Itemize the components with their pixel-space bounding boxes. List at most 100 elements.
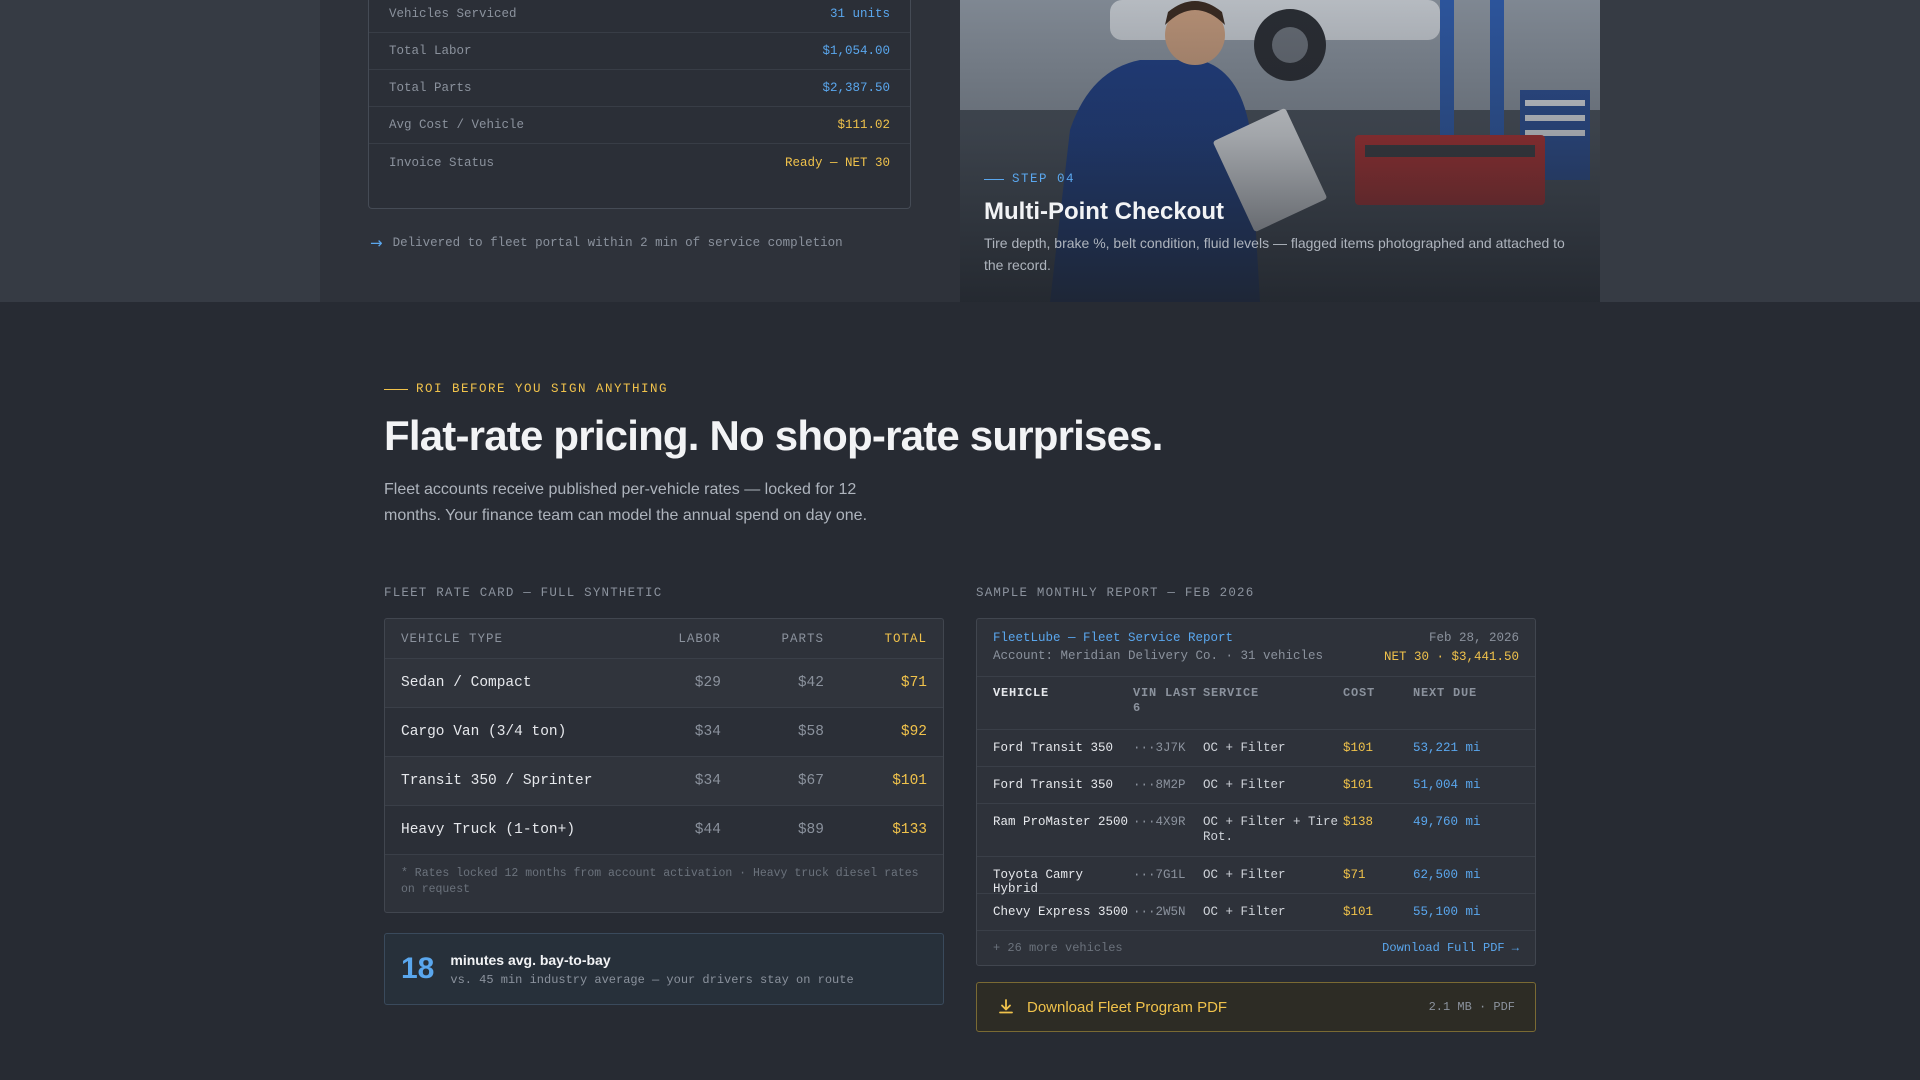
parts-rate: $89 [797, 822, 824, 838]
report-vehicle: Toyota Camry Hybrid [993, 868, 1084, 896]
labor-rate: $44 [694, 822, 721, 838]
download-full-pdf-link[interactable]: Download Full PDF → [1382, 941, 1519, 955]
report-cost: $71 [1343, 868, 1366, 882]
summary-row: Vehicles Serviced 31 units [369, 0, 910, 33]
summary-row: Invoice Status Ready — NET 30 [369, 144, 910, 181]
more-vehicles-count: + 26 more vehicles [993, 940, 1123, 955]
report-vehicle: Ford Transit 350 [993, 778, 1114, 792]
summary-label: Total Parts [389, 81, 472, 95]
header-vin: VIN LAST 6 [1133, 686, 1198, 715]
report-footer: + 26 more vehicles Download Full PDF → [977, 931, 1535, 964]
report-vehicle: Chevy Express 3500 [993, 905, 1129, 919]
report-vehicle: Ford Transit 350 [993, 741, 1114, 755]
summary-row: Total Parts $2,387.50 [369, 70, 910, 107]
report-header: FleetLube — Fleet Service Report Account… [977, 619, 1535, 677]
header-labor: LABOR [678, 631, 721, 646]
total-rate: $133 [892, 822, 927, 838]
table-row: Cargo Van (3/4 ton) $34 $58 $92 [385, 708, 943, 757]
fleet-rate-card: VEHICLE TYPE LABOR PARTS TOTAL Sedan / C… [384, 618, 944, 913]
mechanic-photo: STEP 04 Multi-Point Checkout Tire depth,… [960, 0, 1600, 302]
report-service: OC + Filter + Tire Rot. [1203, 815, 1339, 844]
table-row: Ford Transit 350 ···3J7K OC + Filter $10… [977, 730, 1535, 767]
table-row: Toyota Camry Hybrid ···7G1L OC + Filter … [977, 857, 1535, 896]
summary-label: Vehicles Serviced [389, 7, 517, 21]
step-label-text: STEP 04 [1012, 172, 1076, 186]
metric-text: minutes avg. bay-to-bay vs. 45 min indus… [450, 952, 853, 987]
arrow-right-icon: → [370, 234, 383, 252]
vehicle-type: Heavy Truck (1-ton+) [401, 822, 576, 838]
vehicle-type: Transit 350 / Sprinter [401, 773, 593, 789]
report-vin: ···4X9R [1133, 815, 1186, 829]
summary-value: $2,387.50 [822, 81, 890, 95]
report-service: OC + Filter [1203, 778, 1286, 792]
eyebrow-text: ROI BEFORE YOU SIGN ANYTHING [416, 382, 669, 396]
summary-row: Avg Cost / Vehicle $111.02 [369, 107, 910, 144]
header-vehicle-type: VEHICLE TYPE [401, 631, 504, 646]
parts-rate: $67 [797, 773, 824, 789]
report-service: OC + Filter [1203, 905, 1286, 919]
summary-value: 31 units [829, 7, 890, 21]
report-vehicle: Ram ProMaster 2500 [993, 815, 1129, 829]
invoice-summary-card: Vehicles Serviced 31 units Total Labor $… [368, 0, 911, 209]
table-row: Heavy Truck (1-ton+) $44 $89 $133 [385, 806, 943, 855]
header-cost: COST [1343, 686, 1376, 700]
metric-title: minutes avg. bay-to-bay [450, 951, 611, 968]
vehicle-type: Sedan / Compact [401, 675, 532, 691]
parts-rate: $58 [797, 724, 824, 740]
header-service: SERVICE [1203, 686, 1260, 700]
report-service: OC + Filter [1203, 868, 1286, 882]
report-cost: $138 [1343, 815, 1374, 829]
header-next-due: NEXT DUE [1413, 686, 1478, 700]
summary-value: $111.02 [837, 118, 890, 132]
section-eyebrow: ROI BEFORE YOU SIGN ANYTHING [384, 382, 668, 396]
report-vin: ···8M2P [1133, 778, 1186, 792]
labor-rate: $29 [694, 675, 721, 691]
table-row: Ram ProMaster 2500 ···4X9R OC + Filter +… [977, 804, 1535, 857]
header-total: TOTAL [884, 631, 927, 646]
report-table-header: VEHICLE VIN LAST 6 SERVICE COST NEXT DUE [977, 677, 1535, 730]
table-row: Ford Transit 350 ···8M2P OC + Filter $10… [977, 767, 1535, 804]
report-next-due: 51,004 mi [1413, 778, 1481, 792]
summary-label: Invoice Status [389, 155, 495, 170]
step-description: Tire depth, brake %, belt condition, flu… [984, 235, 1565, 273]
table-row: Chevy Express 3500 ···2W5N OC + Filter $… [977, 894, 1535, 931]
section-lead: Fleet accounts receive published per-veh… [384, 481, 868, 524]
report-cost: $101 [1343, 778, 1374, 792]
metric-number: 18 [401, 952, 435, 985]
total-rate: $71 [900, 675, 927, 691]
eyebrow-rule [384, 388, 408, 390]
step-label: STEP 04 [984, 172, 1075, 186]
report-cost: $101 [1343, 741, 1374, 755]
report-next-due: 49,760 mi [1413, 815, 1481, 829]
report-next-due: 62,500 mi [1413, 868, 1481, 882]
step-label-rule [984, 178, 1004, 180]
report-cost: $101 [1343, 905, 1374, 919]
rate-card-label: FLEET RATE CARD — FULL SYNTHETIC [384, 586, 663, 600]
report-label: SAMPLE MONTHLY REPORT — FEB 2026 [976, 586, 1255, 600]
table-row: Transit 350 / Sprinter $34 $67 $101 [385, 757, 943, 806]
report-total: NET 30 · $3,441.50 [1383, 650, 1519, 664]
table-row: Sedan / Compact $29 $42 $71 [385, 659, 943, 708]
download-button-label: Download Fleet Program PDF [1027, 998, 1228, 1016]
download-icon [999, 999, 1013, 1014]
rate-card-header: VEHICLE TYPE LABOR PARTS TOTAL [385, 619, 943, 659]
labor-rate: $34 [694, 773, 721, 789]
labor-rate: $34 [694, 724, 721, 740]
parts-rate: $42 [797, 675, 824, 691]
report-vin: ···7G1L [1133, 868, 1186, 882]
report-date: Feb 28, 2026 [1428, 631, 1519, 645]
delivered-note: → Delivered to fleet portal within 2 min… [370, 234, 843, 252]
rate-card-note: * Rates locked 12 months from account ac… [401, 867, 919, 896]
vehicle-type: Cargo Van (3/4 ton) [401, 724, 567, 740]
report-next-due: 55,100 mi [1413, 905, 1481, 919]
metric-subtitle: vs. 45 min industry average — your drive… [450, 972, 854, 987]
summary-value: $1,054.00 [822, 44, 890, 58]
section-headline: Flat-rate pricing. No shop-rate surprise… [384, 412, 1163, 459]
download-fleet-program-button[interactable]: Download Fleet Program PDF 2.1 MB · PDF [976, 982, 1536, 1032]
header-parts: PARTS [781, 631, 824, 646]
total-rate: $92 [900, 724, 927, 740]
bay-time-metric: 18 minutes avg. bay-to-bay vs. 45 min in… [384, 933, 944, 1005]
summary-label: Total Labor [389, 44, 472, 58]
sample-report-card: FleetLube — Fleet Service Report Account… [976, 618, 1536, 966]
header-vehicle: VEHICLE [993, 686, 1050, 700]
